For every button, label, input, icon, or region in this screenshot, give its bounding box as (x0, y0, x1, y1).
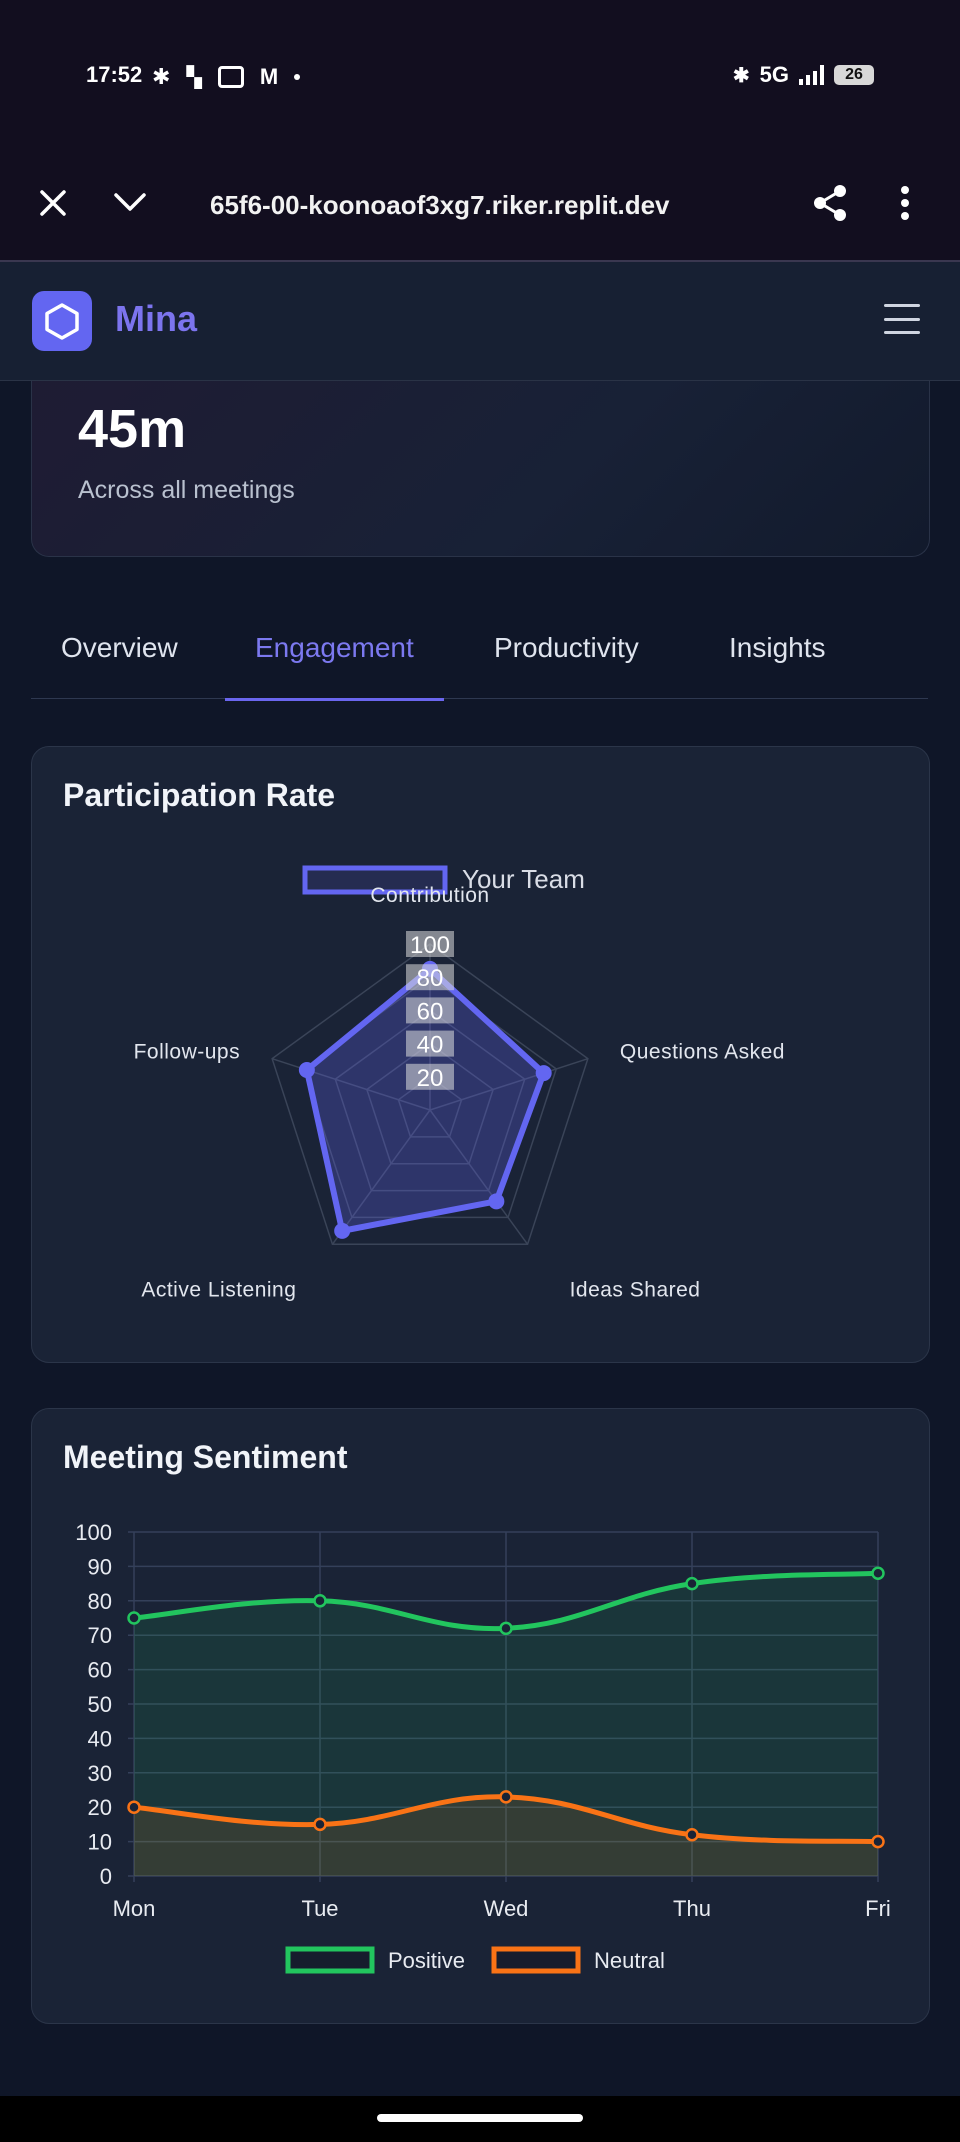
chevron-down-icon[interactable] (105, 178, 155, 228)
legend-swatch-neutral (491, 1946, 581, 1974)
app-icon: ▚ (186, 66, 202, 89)
x-tick-label: Mon (113, 1896, 156, 1921)
radar-axis-label: Contribution (370, 884, 489, 907)
y-tick-label: 40 (88, 1726, 112, 1751)
sentiment-card: Meeting Sentiment 0 10 20 30 40 50 60 70 80 90 100… (31, 1408, 930, 2024)
data-point-positive (685, 1576, 699, 1591)
network-type: 5G (759, 62, 789, 87)
data-point-neutral (313, 1817, 327, 1832)
data-point-neutral (127, 1800, 141, 1814)
tab-productivity[interactable]: Productivity (464, 632, 669, 698)
url-bar[interactable]: 65f6-00-koonoaof3xg7.riker.replit.dev (210, 190, 670, 221)
x-tick-label: Wed (484, 1896, 529, 1921)
radar-data-point (298, 1061, 315, 1078)
radar-data-point (535, 1065, 552, 1082)
data-point-neutral (871, 1834, 885, 1849)
radar-axis-label: Follow-ups (134, 1041, 241, 1064)
more-options-icon[interactable] (880, 178, 930, 228)
signal-icon (799, 65, 824, 85)
x-tick-label: Thu (673, 1896, 711, 1921)
gmail-icon: M (259, 64, 279, 89)
tab-overview[interactable]: Overview (31, 632, 208, 698)
radar-tick-label: 40 (417, 1032, 444, 1059)
y-tick-label: 20 (88, 1795, 112, 1820)
status-time: 17:52 (86, 62, 143, 87)
wallet-icon (217, 66, 244, 88)
radar-axis-label: Active Listening (141, 1278, 296, 1301)
y-tick-label: 30 (88, 1761, 112, 1786)
legend-label-neutral: Neutral (594, 1948, 665, 1973)
radar-data-point (334, 1222, 351, 1239)
x-tick-label: Tue (301, 1896, 338, 1921)
participation-card: Participation Rate Your Team 20 40 60 80 100 C… (31, 746, 930, 1363)
radar-tick-label: 20 (417, 1065, 444, 1092)
x-tick-label: Fri (865, 1896, 891, 1921)
y-tick-label: 70 (88, 1623, 112, 1648)
sentiment-line-chart: 0 10 20 30 40 50 60 70 80 90 100 Mon Tue Wed Thu Fri Pos… (75, 1520, 891, 1974)
y-tick-label: 0 (100, 1864, 112, 1889)
data-point-neutral (499, 1790, 513, 1804)
app-header: Mina (0, 262, 960, 381)
bluetooth-icon: ✱ (732, 64, 750, 87)
radar-axis-label: Questions Asked (620, 1041, 785, 1064)
slack-icon: ✱ (152, 64, 171, 89)
tab-insights[interactable]: Insights (699, 632, 856, 698)
battery-icon: 26 (834, 65, 874, 85)
dot-icon (294, 74, 301, 80)
y-tick-label: 10 (88, 1830, 112, 1855)
stat-value: 45m (78, 399, 187, 459)
y-tick-label: 50 (88, 1692, 112, 1717)
tab-bar: Overview Engagement Productivity Insight… (31, 620, 928, 701)
y-tick-label: 100 (75, 1520, 112, 1545)
home-indicator[interactable] (377, 2114, 583, 2122)
participation-radar-chart: Your Team20406080100ContributionQuestion… (134, 864, 785, 1301)
hamburger-menu-icon[interactable] (884, 304, 920, 334)
stat-subtitle: Across all meetings (78, 476, 295, 504)
data-point-positive (871, 1566, 885, 1581)
data-point-positive (127, 1611, 141, 1625)
y-tick-label: 90 (88, 1554, 112, 1579)
y-tick-label: 80 (88, 1589, 112, 1614)
radar-axis-label: Ideas Shared (570, 1278, 701, 1301)
radar-tick-label: 100 (410, 932, 450, 959)
hexagon-logo-icon[interactable] (32, 291, 92, 351)
tab-engagement[interactable]: Engagement (225, 632, 444, 701)
legend-swatch-positive (285, 1946, 375, 1974)
status-bar: 17:52 ✱ ▚ M ✱ 5G 26 (0, 0, 960, 150)
data-point-positive (313, 1594, 327, 1608)
radar-tick-label: 80 (417, 965, 444, 992)
radar-tick-label: 60 (417, 998, 444, 1025)
notification-icons: ✱ ▚ M (152, 64, 301, 90)
share-icon[interactable] (805, 178, 855, 228)
close-icon[interactable] (28, 178, 78, 228)
legend-label-positive: Positive (388, 1948, 465, 1973)
data-point-neutral (685, 1827, 699, 1842)
y-tick-label: 60 (88, 1658, 112, 1683)
radar-data-point (488, 1193, 505, 1210)
data-point-positive (499, 1621, 513, 1636)
app-name[interactable]: Mina (115, 298, 197, 340)
